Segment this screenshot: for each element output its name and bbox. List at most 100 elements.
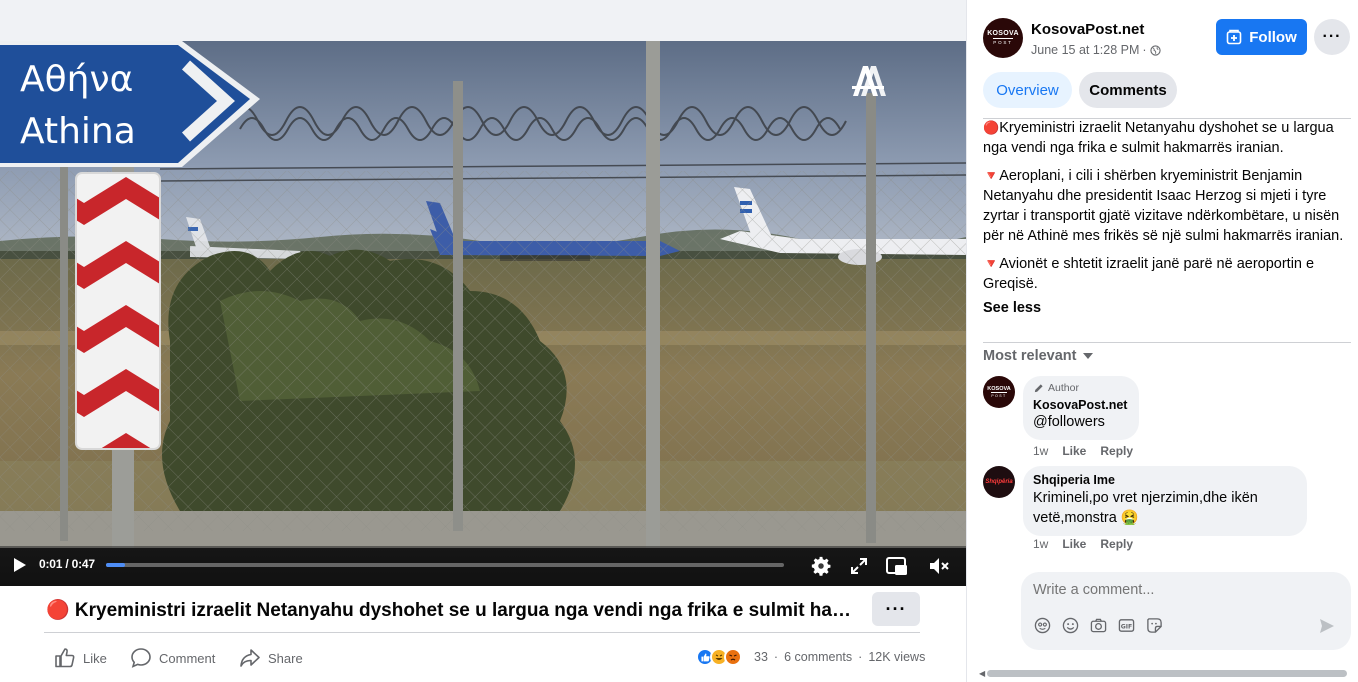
picture-in-picture-button[interactable] (884, 553, 910, 579)
post-options-button[interactable]: ··· (872, 592, 920, 626)
share-label: Share (268, 650, 303, 666)
comment-author[interactable]: KosovaPost.net (1033, 398, 1127, 412)
post-action-row: Like Comment Share 33 · 6 comments · 12K… (44, 640, 925, 676)
post-timestamp[interactable]: June 15 at 1:28 PM (1031, 43, 1139, 57)
reaction-count[interactable]: 33 (754, 650, 768, 664)
globe-icon (1149, 44, 1161, 56)
timestamp-separator: · (1142, 43, 1147, 57)
comment-like-button[interactable]: Like (1062, 537, 1086, 551)
reaction-summary[interactable] (696, 648, 742, 666)
tab-comments[interactable]: Comments (1079, 72, 1177, 108)
like-button[interactable]: Like (54, 644, 107, 672)
follow-plus-icon (1226, 29, 1242, 45)
comment-author[interactable]: Shqiperia Ime (1033, 473, 1295, 487)
progress-scrubber[interactable] (106, 563, 784, 567)
composer-toolbar: GIF (1033, 616, 1163, 634)
emoji-button[interactable] (1061, 616, 1079, 634)
comment-meta: 1w Like Reply (1033, 444, 1133, 458)
like-label: Like (83, 650, 107, 666)
scroll-left-arrow-icon[interactable]: ◀ (979, 669, 985, 678)
share-arrow-icon (240, 649, 260, 667)
paragraph-text: Aeroplani, i cili i shërben kryeministri… (983, 168, 1344, 244)
gear-icon (811, 556, 831, 576)
video-frame-image[interactable]: Αθήνα Athina (0, 41, 966, 548)
share-button[interactable]: Share (239, 644, 303, 672)
airport-scene: Αθήνα Athina (0, 41, 966, 548)
author-badge: Author (1033, 382, 1127, 394)
gif-button[interactable]: GIF (1117, 616, 1135, 634)
stats-separator: · (773, 650, 779, 664)
comment-age[interactable]: 1w (1033, 537, 1048, 551)
comment-button[interactable]: Comment (130, 644, 215, 672)
photo-button[interactable] (1089, 616, 1107, 634)
more-options-button[interactable]: ··· (1314, 19, 1350, 55)
post-details-panel: KOSOVA POST KosovaPost.net June 15 at 1:… (966, 0, 1358, 682)
comment-input[interactable] (1033, 582, 1333, 598)
stats-separator: · (858, 650, 863, 664)
body-paragraph: 🔴Kryeministri izraelit Netanyahu dyshohe… (983, 118, 1353, 158)
comments-count[interactable]: 6 comments (784, 650, 852, 664)
sort-label: Most relevant (983, 348, 1077, 364)
body-paragraph: 🔻Aeroplani, i cili i shërben kryeministr… (983, 166, 1353, 246)
video-player[interactable]: Αθήνα Athina 0:01 / 0:47 (0, 0, 966, 586)
post-body-text: 🔴Kryeministri izraelit Netanyahu dyshohe… (983, 118, 1353, 318)
commenter-avatar[interactable]: KOSOVA POST (983, 376, 1015, 408)
picture-in-picture-icon (886, 557, 907, 575)
play-button[interactable] (8, 554, 30, 576)
comment-bubble: Shqiperia Ime Krimineli,po vret njerzimi… (1023, 466, 1307, 536)
comment-composer: GIF (1021, 572, 1351, 650)
current-time: 0:01 (39, 557, 63, 571)
aa-watermark-logo (850, 62, 886, 98)
post-title-row: 🔴 Kryeministri izraelit Netanyahu dyshoh… (44, 590, 924, 630)
follow-button[interactable]: Follow (1216, 19, 1307, 55)
red-triangle-emoji: 🔻 (983, 256, 1000, 271)
paragraph-text: Avionët e shtetit izraelit janë parë në … (983, 256, 1315, 292)
sticker-icon (1146, 617, 1162, 633)
settings-button[interactable] (808, 553, 834, 579)
caret-down-icon (1083, 353, 1094, 359)
send-comment-button[interactable] (1317, 616, 1337, 636)
svg-text:Athina: Athina (20, 111, 136, 152)
comment-reply-button[interactable]: Reply (1100, 537, 1133, 551)
scrollbar-thumb[interactable] (987, 670, 1347, 677)
facebook-video-post-viewer: Αθήνα Athina 0:01 / 0:47 🔴 Kryeministri … (0, 0, 1358, 682)
duration: 0:47 (71, 557, 95, 571)
comment-reply-button[interactable]: Reply (1100, 444, 1133, 458)
post-timestamp-row: June 15 at 1:28 PM · (1031, 43, 1161, 57)
avatar-logo-text: Shqipëria (985, 479, 1013, 485)
video-controls-bar: 0:01 / 0:47 (0, 546, 966, 586)
comment-like-button[interactable]: Like (1062, 444, 1086, 458)
comment-meta: 1w Like Reply (1033, 537, 1133, 551)
post-title: 🔴 Kryeministri izraelit Netanyahu dyshoh… (46, 600, 856, 621)
play-icon (14, 558, 26, 572)
paragraph-text: Kryeministri izraelit Netanyahu dyshohet… (983, 120, 1334, 156)
expand-icon (851, 558, 867, 574)
time-readout: 0:01 / 0:47 (39, 557, 95, 571)
see-less-link[interactable]: See less (983, 298, 1041, 318)
comment-item: KOSOVA POST Author KosovaPost.net @follo… (983, 376, 1353, 466)
page-avatar[interactable]: KOSOVA POST (983, 18, 1023, 58)
engagement-stats: 33 · 6 comments · 12K views (754, 650, 925, 664)
sticker-button[interactable] (1145, 616, 1163, 634)
comment-item: Shqipëria Shqiperia Ime Krimineli,po vre… (983, 466, 1353, 556)
thumbs-up-icon (55, 648, 75, 668)
avatar-logo-subtext: POST (993, 38, 1013, 45)
comment-sort-dropdown[interactable]: Most relevant (983, 348, 1094, 364)
time-separator: / (65, 557, 69, 571)
tab-overview[interactable]: Overview (983, 72, 1072, 108)
page-name[interactable]: KosovaPost.net (1031, 21, 1144, 38)
svg-text:GIF: GIF (1120, 623, 1132, 630)
avatar-sticker-button[interactable] (1033, 616, 1051, 634)
comment-age[interactable]: 1w (1033, 444, 1048, 458)
red-triangle-emoji: 🔻 (983, 168, 1000, 183)
camera-icon (1090, 618, 1106, 632)
horizontal-scrollbar[interactable]: ◀ (979, 668, 1351, 678)
mute-button[interactable] (926, 553, 952, 579)
comment-bubble: Author KosovaPost.net @followers (1023, 376, 1140, 440)
fullscreen-button[interactable] (847, 554, 871, 578)
video-pane: Αθήνα Athina 0:01 / 0:47 🔴 Kryeministri … (0, 0, 966, 682)
comment-label: Comment (159, 650, 216, 666)
divider (983, 342, 1351, 343)
pencil-icon (1034, 383, 1043, 392)
commenter-avatar[interactable]: Shqipëria (983, 466, 1015, 498)
